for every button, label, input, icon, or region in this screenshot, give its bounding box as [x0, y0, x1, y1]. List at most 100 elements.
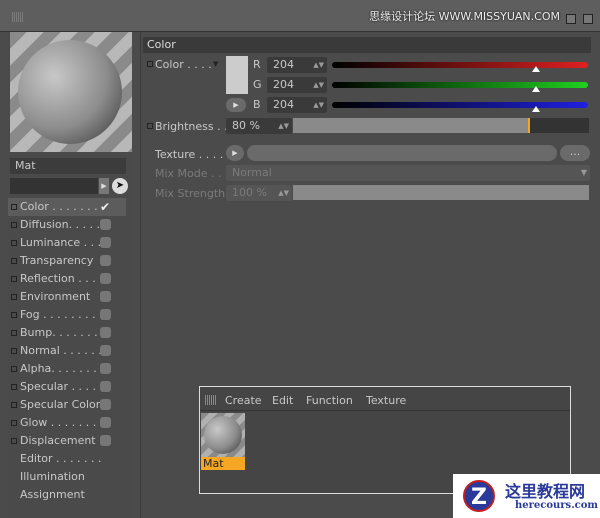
- thumb-preview: [201, 413, 245, 457]
- anim-dot-icon[interactable]: [147, 61, 153, 67]
- sidebar-item[interactable]: Illumination: [8, 468, 126, 486]
- g-input[interactable]: 204 ▲▼: [267, 77, 327, 93]
- b-slider-handle[interactable]: [532, 106, 540, 112]
- watermark-logo: Z 这里教程网 herecours.com: [453, 474, 600, 518]
- checkmark-icon[interactable]: ✔: [100, 198, 110, 216]
- channel-item[interactable]: Glow . . . . . . . .: [8, 414, 126, 432]
- menu-function[interactable]: Function: [306, 394, 353, 407]
- anim-dot-icon[interactable]: [11, 420, 17, 426]
- channel-item[interactable]: Environment: [8, 288, 126, 306]
- b-input[interactable]: 204 ▲▼: [267, 97, 327, 113]
- sidebar-item[interactable]: Assignment: [8, 486, 126, 504]
- color-label: Color . . . .: [155, 58, 212, 71]
- channel-label: Environment: [20, 290, 91, 303]
- thumb-sphere: [204, 416, 242, 454]
- material-select[interactable]: [10, 178, 98, 194]
- close-icon[interactable]: [583, 14, 593, 24]
- drag-grip-icon[interactable]: [205, 395, 216, 405]
- channel-checkbox[interactable]: [100, 219, 111, 230]
- channel-item[interactable]: Luminance . . .: [8, 234, 126, 252]
- channel-item[interactable]: Reflection . . . .: [8, 270, 126, 288]
- r-slider[interactable]: [332, 62, 588, 68]
- sidebar-item-label: Illumination: [20, 470, 85, 483]
- g-slider-handle[interactable]: [532, 86, 540, 92]
- anim-dot-icon[interactable]: [11, 402, 17, 408]
- mix-strength-label: Mix Strength: [155, 187, 226, 200]
- b-slider[interactable]: [332, 102, 588, 108]
- play-arrow-icon[interactable]: ▶: [99, 178, 109, 194]
- material-preview: [10, 32, 132, 152]
- anim-dot-icon[interactable]: [11, 384, 17, 390]
- channel-label: Color . . . . . . .: [20, 200, 98, 213]
- mix-mode-select[interactable]: Normal ▼: [226, 165, 590, 181]
- channel-checkbox[interactable]: [100, 345, 111, 356]
- channel-checkbox[interactable]: [100, 327, 111, 338]
- brightness-input[interactable]: 80 % ▲▼: [226, 118, 292, 134]
- anim-dot-icon[interactable]: [11, 258, 17, 264]
- texture-label: Texture . . . .: [155, 148, 224, 161]
- channel-item[interactable]: Bump. . . . . . . .: [8, 324, 126, 342]
- channel-label: Reflection . . . .: [20, 272, 103, 285]
- channel-item[interactable]: Diffusion. . . . .: [8, 216, 126, 234]
- anim-dot-icon[interactable]: [11, 222, 17, 228]
- expand-button[interactable]: ▶: [226, 98, 246, 112]
- drag-grip-icon[interactable]: [12, 12, 24, 22]
- channel-item[interactable]: Transparency: [8, 252, 126, 270]
- channel-checkbox[interactable]: [100, 399, 111, 410]
- channel-label: Specular Color: [20, 398, 101, 411]
- menu-texture[interactable]: Texture: [366, 394, 406, 407]
- color-swatch[interactable]: [226, 56, 248, 94]
- material-thumbnail[interactable]: Mat: [201, 413, 245, 471]
- mix-strength-slider[interactable]: [293, 185, 589, 200]
- anim-dot-icon[interactable]: [11, 348, 17, 354]
- channel-checkbox[interactable]: [100, 237, 111, 248]
- sidebar-item[interactable]: Editor . . . . . . .: [8, 450, 126, 468]
- anim-dot-icon[interactable]: [11, 276, 17, 282]
- channel-label: Normal . . . . . .: [20, 344, 102, 357]
- mix-strength-input[interactable]: 100 % ▲▼: [226, 185, 292, 201]
- texture-browse-button[interactable]: ...: [560, 145, 590, 161]
- r-input[interactable]: 204 ▲▼: [267, 57, 327, 73]
- channel-checkbox[interactable]: [100, 363, 111, 374]
- anim-dot-icon[interactable]: [11, 240, 17, 246]
- anim-dot-icon[interactable]: [11, 204, 17, 210]
- anim-dot-icon[interactable]: [11, 330, 17, 336]
- channel-item[interactable]: Normal . . . . . .: [8, 342, 126, 360]
- channel-item[interactable]: Specular . . . . .: [8, 378, 126, 396]
- restore-icon[interactable]: [566, 14, 576, 24]
- channel-checkbox[interactable]: [100, 417, 111, 428]
- anim-dot-icon[interactable]: [11, 438, 17, 444]
- anim-dot-icon[interactable]: [147, 123, 153, 129]
- texture-menu-button[interactable]: ▶: [226, 145, 244, 161]
- channel-item[interactable]: Alpha. . . . . . . .: [8, 360, 126, 378]
- dropdown-arrow-icon[interactable]: ▼: [213, 60, 218, 68]
- channel-checkbox[interactable]: [100, 255, 111, 266]
- channel-item[interactable]: Color . . . . . . . ✔: [8, 198, 126, 216]
- channel-label: Specular . . . . .: [20, 380, 104, 393]
- menu-create[interactable]: Create: [225, 394, 262, 407]
- r-label: R: [253, 58, 261, 71]
- logo-icon: Z: [463, 480, 495, 512]
- g-slider[interactable]: [332, 82, 588, 88]
- channel-item[interactable]: Fog . . . . . . . . .: [8, 306, 126, 324]
- mix-strength-value: 100 %: [232, 186, 267, 199]
- channel-checkbox[interactable]: [100, 309, 111, 320]
- mix-mode-value: Normal: [232, 166, 272, 179]
- anim-dot-icon[interactable]: [11, 312, 17, 318]
- brightness-slider[interactable]: [293, 118, 589, 133]
- texture-slot[interactable]: [247, 145, 557, 161]
- material-name-field[interactable]: Mat: [10, 158, 126, 174]
- menu-edit[interactable]: Edit: [272, 394, 293, 407]
- channel-item[interactable]: Specular Color: [8, 396, 126, 414]
- pick-arrow-icon[interactable]: ➤: [112, 178, 128, 194]
- channel-checkbox[interactable]: [100, 273, 111, 284]
- anim-dot-icon[interactable]: [11, 366, 17, 372]
- anim-dot-icon[interactable]: [11, 294, 17, 300]
- channel-checkbox[interactable]: [100, 435, 111, 446]
- channel-checkbox[interactable]: [100, 381, 111, 392]
- channel-checkbox[interactable]: [100, 291, 111, 302]
- channel-item[interactable]: Displacement: [8, 432, 126, 450]
- preview-sphere: [18, 40, 122, 144]
- r-slider-handle[interactable]: [532, 66, 540, 72]
- b-value: 204: [273, 98, 294, 111]
